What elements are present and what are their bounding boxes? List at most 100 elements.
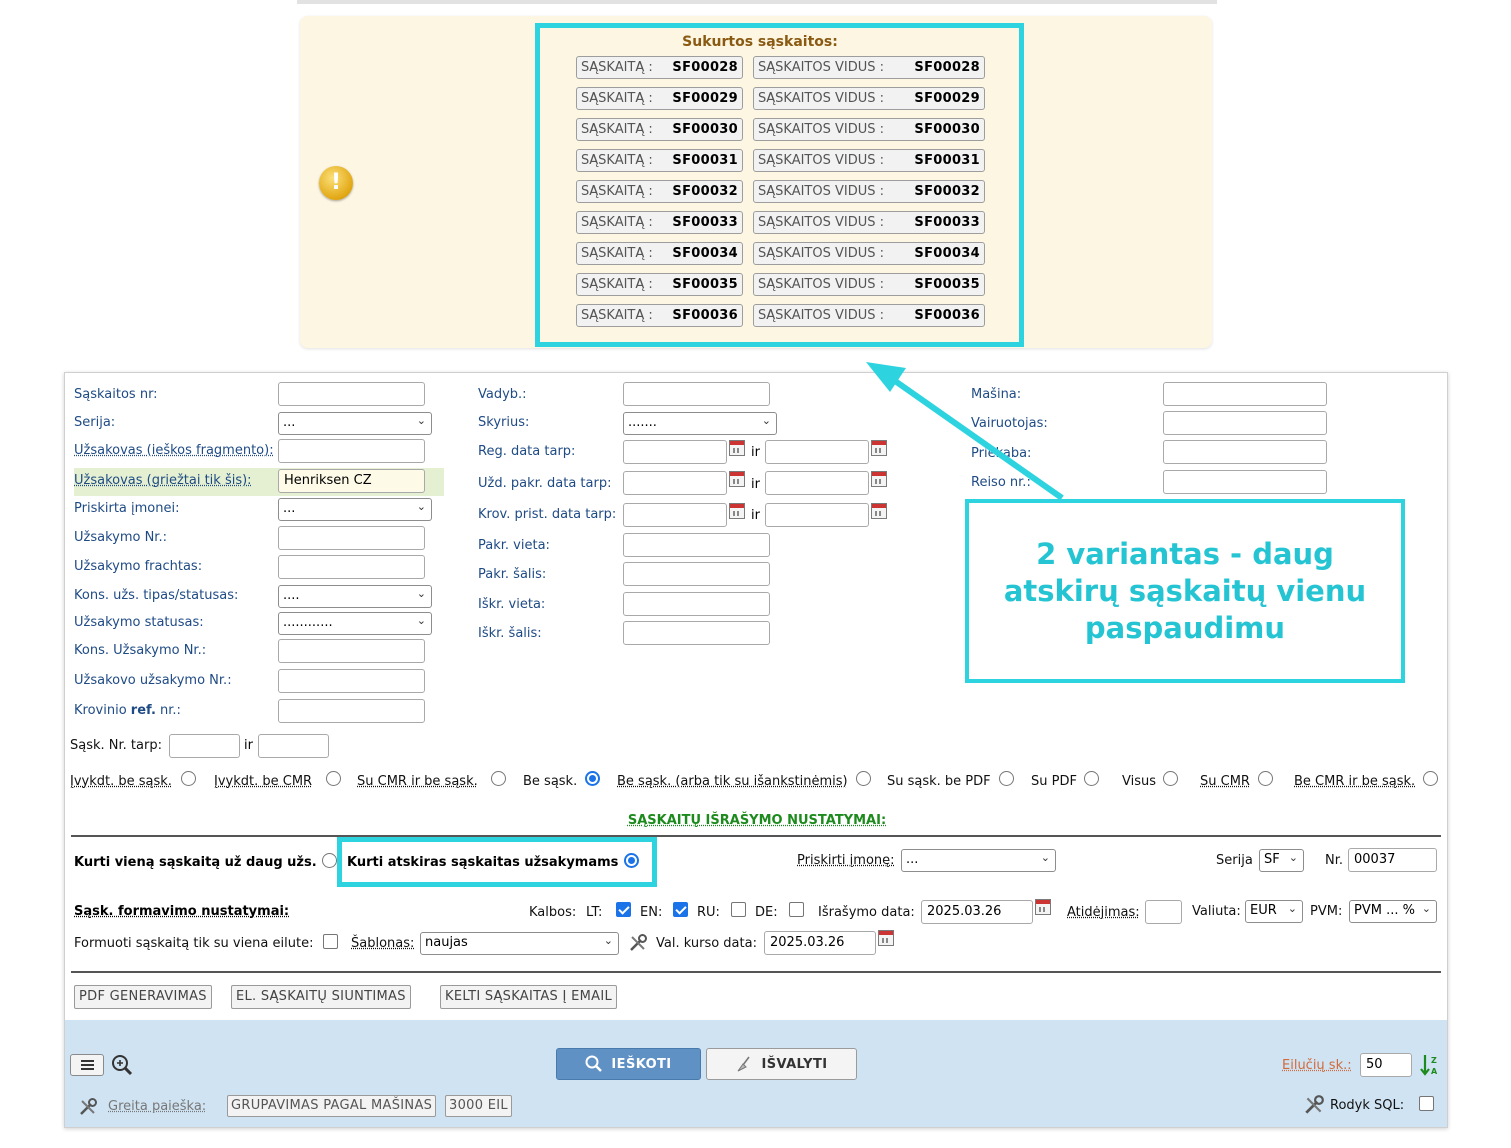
unload-date-from-input[interactable] (623, 503, 727, 527)
separate-invoices-radio[interactable] (624, 853, 639, 868)
open-invoice-button[interactable]: SĄSKAITĄ : SF00035 (576, 273, 743, 296)
rows-3000-button[interactable]: 3000 EIL (445, 1095, 512, 1117)
load-date-label: Užd. pakr. data tarp: (478, 476, 612, 491)
nr-input[interactable]: 00037 (1348, 848, 1437, 872)
invoice-nr-input[interactable] (278, 382, 425, 406)
invoice-status-radio[interactable] (999, 771, 1014, 786)
trailer-input[interactable] (1163, 440, 1327, 464)
tools-icon[interactable] (628, 933, 648, 953)
series-select[interactable]: ... ⌄ (278, 412, 432, 435)
invoice-status-radio[interactable] (585, 771, 600, 786)
issue-date-input[interactable]: 2025.03.26 (921, 900, 1033, 924)
open-invoice-details-button[interactable]: SĄSKAITOS VIDUS : SF00031 (753, 149, 985, 172)
order-status-select[interactable]: ............ ⌄ (278, 612, 432, 635)
vat-select[interactable]: PVM ... % ⌄ (1349, 900, 1437, 923)
one-invoice-radio[interactable] (322, 853, 337, 868)
open-invoice-button[interactable]: SĄSKAITĄ : SF00028 (576, 56, 743, 79)
show-sql-checkbox[interactable] (1419, 1096, 1434, 1111)
manager-input[interactable] (623, 382, 770, 406)
open-invoice-button[interactable]: SĄSKAITĄ : SF00031 (576, 149, 743, 172)
calendar-icon[interactable] (871, 503, 887, 519)
cargo-ref-input[interactable] (278, 699, 425, 723)
open-invoice-details-button[interactable]: SĄSKAITOS VIDUS : SF00034 (753, 242, 985, 265)
load-country-input[interactable] (623, 562, 770, 586)
open-invoice-details-button[interactable]: SĄSKAITOS VIDUS : SF00029 (753, 87, 985, 110)
rows-count-input[interactable]: 50 (1360, 1053, 1412, 1077)
invoice-status-radio[interactable] (1258, 771, 1273, 786)
rate-date-input[interactable]: 2025.03.26 (764, 931, 876, 955)
calendar-icon[interactable] (1035, 899, 1051, 915)
template-select[interactable]: naujas ⌄ (420, 932, 619, 955)
open-invoice-details-button[interactable]: SĄSKAITOS VIDUS : SF00032 (753, 180, 985, 203)
single-line-checkbox[interactable] (323, 934, 338, 949)
invoice-status-radio[interactable] (856, 771, 871, 786)
open-invoice-details-button[interactable]: SĄSKAITOS VIDUS : SF00035 (753, 273, 985, 296)
calendar-icon[interactable] (729, 503, 745, 519)
load-date-to-input[interactable] (765, 471, 869, 495)
department-select[interactable]: ....... ⌄ (623, 412, 777, 435)
open-invoice-details-button[interactable]: SĄSKAITOS VIDUS : SF00033 (753, 211, 985, 234)
deferral-input[interactable] (1145, 900, 1182, 924)
customer-order-nr-input[interactable] (278, 669, 425, 693)
open-invoice-button[interactable]: SĄSKAITĄ : SF00036 (576, 304, 743, 327)
calendar-icon[interactable] (871, 471, 887, 487)
reg-date-from-input[interactable] (623, 440, 727, 464)
assign-company-select[interactable]: ... ⌄ (901, 849, 1056, 872)
trip-nr-input[interactable] (1163, 470, 1327, 494)
radio-label: Su PDF (1031, 774, 1077, 789)
clear-button[interactable]: IŠVALYTI (706, 1048, 857, 1080)
invoice-status-radio[interactable] (326, 771, 341, 786)
unload-country-input[interactable] (623, 621, 770, 645)
invoice-status-radio[interactable] (1423, 771, 1438, 786)
order-freight-input[interactable] (278, 555, 425, 579)
einvoice-send-button[interactable]: EL. SĄSKAITŲ SIUNTIMAS (231, 985, 411, 1009)
currency-select[interactable]: EUR ⌄ (1245, 900, 1303, 923)
invoice-status-radio[interactable] (1163, 771, 1178, 786)
calendar-icon[interactable] (871, 440, 887, 456)
open-invoice-details-button[interactable]: SĄSKAITOS VIDUS : SF00036 (753, 304, 985, 327)
driver-input[interactable] (1163, 411, 1327, 435)
load-place-input[interactable] (623, 533, 770, 557)
open-invoice-button[interactable]: SĄSKAITĄ : SF00030 (576, 118, 743, 141)
invoice-range-from-input[interactable] (169, 734, 240, 758)
customer-fragment-input[interactable] (278, 439, 425, 463)
range-separator: ir (751, 445, 760, 460)
assigned-company-select[interactable]: ... ⌄ (278, 498, 432, 521)
series-setting-select[interactable]: SF ⌄ (1259, 849, 1304, 872)
invoice-status-radio[interactable] (491, 771, 506, 786)
sort-az-icon[interactable]: Z A (1420, 1053, 1440, 1077)
invoice-status-radio[interactable] (181, 771, 196, 786)
calendar-icon[interactable] (729, 440, 745, 456)
calendar-icon[interactable] (878, 930, 894, 946)
open-invoice-button[interactable]: SĄSKAITĄ : SF00033 (576, 211, 743, 234)
email-upload-button[interactable]: KELTI SĄSKAITAS Į EMAIL (440, 985, 617, 1009)
open-invoice-button[interactable]: SĄSKAITĄ : SF00032 (576, 180, 743, 203)
group-by-vehicle-button[interactable]: GRUPAVIMAS PAGAL MAŠINAS (227, 1095, 437, 1117)
open-invoice-details-button[interactable]: SĄSKAITOS VIDUS : SF00030 (753, 118, 985, 141)
series-setting-label: Serija (1216, 853, 1253, 868)
reg-date-to-input[interactable] (765, 440, 869, 464)
zoom-in-icon[interactable] (111, 1054, 133, 1076)
order-nr-input[interactable] (278, 526, 425, 550)
customer-exact-input[interactable]: Henriksen CZ (278, 469, 425, 493)
load-date-from-input[interactable] (623, 471, 727, 495)
invoice-range-to-input[interactable] (258, 734, 329, 758)
lang-de-checkbox[interactable] (789, 902, 804, 917)
search-button[interactable]: IEŠKOTI (556, 1048, 701, 1080)
invoice-status-radio[interactable] (1084, 771, 1099, 786)
open-invoice-button[interactable]: SĄSKAITĄ : SF00029 (576, 87, 743, 110)
lang-en-checkbox[interactable] (673, 902, 688, 917)
pdf-generate-button[interactable]: PDF GENERAVIMAS (74, 985, 212, 1009)
cons-type-select[interactable]: .... ⌄ (278, 585, 432, 608)
open-invoice-button[interactable]: SĄSKAITĄ : SF00034 (576, 242, 743, 265)
cons-order-nr-input[interactable] (278, 639, 425, 663)
vehicle-input[interactable] (1163, 382, 1327, 406)
calendar-icon[interactable] (729, 471, 745, 487)
unload-place-input[interactable] (623, 592, 770, 616)
lang-lt-checkbox[interactable] (616, 902, 631, 917)
menu-icon[interactable] (70, 1054, 104, 1076)
lang-en-label: EN: (640, 905, 663, 920)
lang-ru-checkbox[interactable] (731, 902, 746, 917)
open-invoice-details-button[interactable]: SĄSKAITOS VIDUS : SF00028 (753, 56, 985, 79)
unload-date-to-input[interactable] (765, 503, 869, 527)
